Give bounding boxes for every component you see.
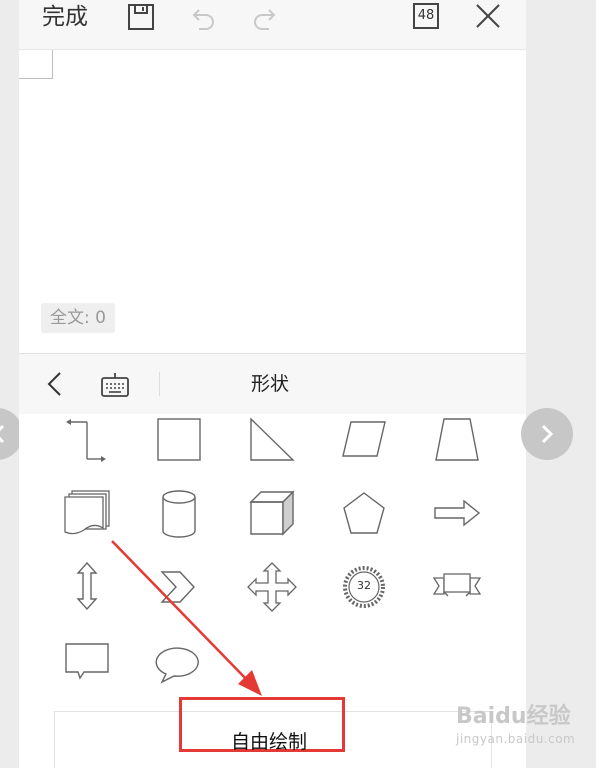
- ribbon-banner-shape[interactable]: [430, 560, 484, 614]
- baidu-watermark: Baidu经验 jingyan.baidu.com: [456, 698, 575, 746]
- undo-icon[interactable]: [191, 4, 217, 30]
- multi-document-shape[interactable]: [60, 488, 114, 542]
- watermark-url: jingyan.baidu.com: [456, 732, 576, 746]
- save-icon[interactable]: [127, 3, 155, 31]
- keyboard-icon[interactable]: [100, 372, 130, 398]
- chevron-shape[interactable]: [152, 560, 206, 614]
- close-icon[interactable]: [475, 3, 501, 29]
- trapezoid-shape[interactable]: [430, 414, 484, 468]
- redo-icon[interactable]: [251, 4, 277, 30]
- seal-number: 32: [357, 579, 371, 592]
- right-arrow-shape[interactable]: [430, 488, 484, 542]
- cylinder-shape[interactable]: [152, 488, 206, 542]
- next-page-button[interactable]: [521, 408, 573, 460]
- free-draw-label[interactable]: 自由绘制: [231, 730, 307, 754]
- watermark-brand: Baidu经验: [456, 704, 571, 729]
- done-button[interactable]: 完成: [42, 2, 88, 32]
- chevron-right-icon: [541, 424, 554, 444]
- page-corner-mark: [19, 50, 53, 79]
- parallelogram-shape[interactable]: [337, 414, 391, 468]
- top-toolbar: 完成 48: [19, 0, 526, 50]
- pentagon-shape[interactable]: [337, 488, 391, 542]
- panel-title: 形状: [251, 373, 290, 395]
- word-count-badge: 全文: 0: [41, 303, 115, 333]
- quad-arrow-shape[interactable]: [245, 560, 299, 614]
- oval-callout-shape[interactable]: [152, 634, 206, 688]
- cube-shape[interactable]: [245, 488, 299, 542]
- phone-screen: 完成 48 全文: 0 形状 32: [19, 0, 526, 768]
- right-triangle-shape[interactable]: [245, 414, 299, 468]
- page-count-button[interactable]: 48: [413, 3, 439, 29]
- back-chevron-icon[interactable]: [45, 371, 65, 397]
- seal-32-shape[interactable]: 32: [337, 560, 391, 614]
- header-divider: [159, 372, 160, 396]
- shape-panel-header: 形状: [19, 353, 526, 415]
- rectangular-callout-shape[interactable]: [60, 634, 114, 688]
- page-count-label: 48: [417, 8, 435, 23]
- editor-area[interactable]: 全文: 0: [19, 50, 526, 352]
- elbow-connector-shape[interactable]: [60, 414, 114, 468]
- rectangle-shape[interactable]: [152, 414, 206, 468]
- up-down-arrow-shape[interactable]: [60, 560, 114, 614]
